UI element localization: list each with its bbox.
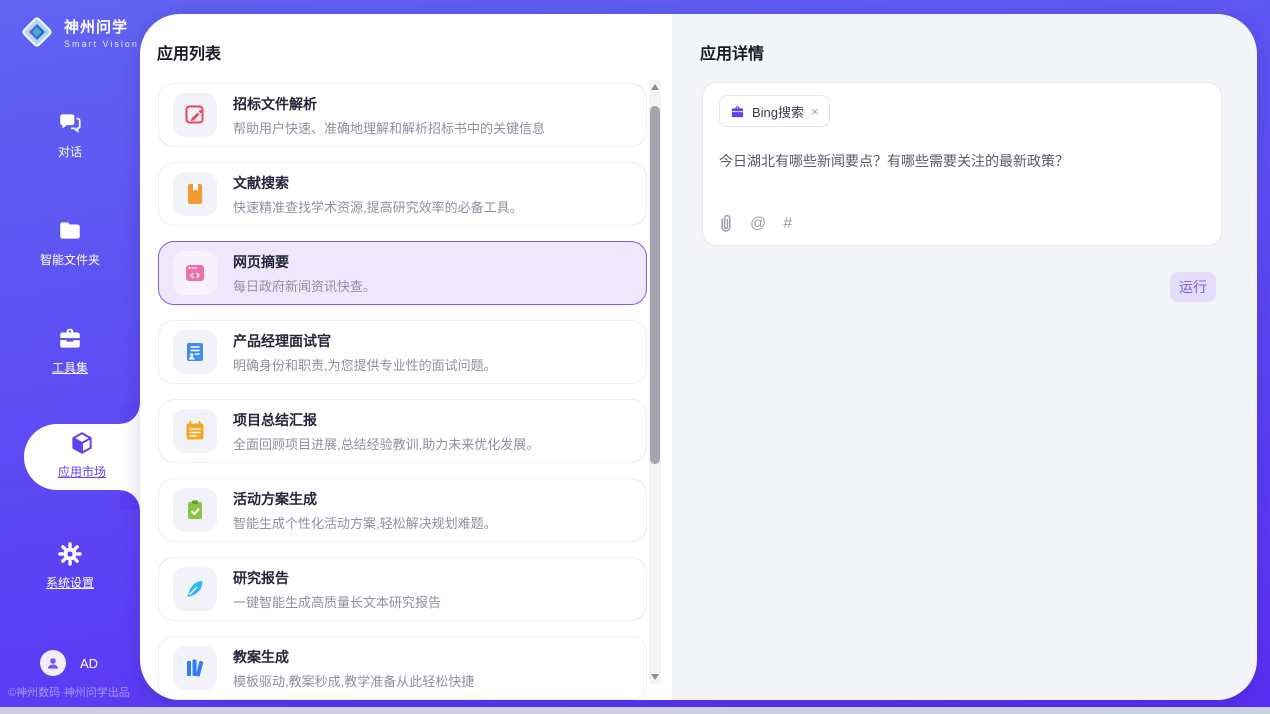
toolbox-icon: [57, 326, 83, 352]
attachment-toolbar: @ #: [719, 214, 792, 233]
sidebar-item-label: 对话: [58, 143, 82, 160]
paperclip-icon[interactable]: [719, 214, 733, 233]
app-card-desc: 一键智能生成高质量长文本研究报告: [233, 592, 441, 611]
app-card-title: 招标文件解析: [233, 94, 545, 114]
app-icon-box: [173, 330, 217, 374]
book-icon: [183, 182, 207, 206]
app-card-title: 教案生成: [233, 647, 474, 667]
tool-chip-bing-search[interactable]: Bing搜索 ×: [719, 95, 830, 127]
app-card-desc: 帮助用户快速、准确地理解和解析招标书中的关键信息: [233, 118, 545, 137]
app-icon-box: [173, 172, 217, 216]
app-icon-box: [173, 646, 217, 690]
brand-subtitle: Smart Vision: [64, 39, 139, 49]
sidebar-item-app-market[interactable]: 应用市场: [24, 430, 140, 480]
mention-icon[interactable]: @: [750, 215, 766, 233]
tab-connector-top: [120, 404, 140, 424]
app-card-bid-parse[interactable]: 招标文件解析 帮助用户快速、准确地理解和解析招标书中的关键信息: [158, 83, 647, 147]
app-card-desc: 智能生成个性化活动方案,轻松解决规划难题。: [233, 513, 497, 532]
calendar-report-icon: [183, 419, 207, 443]
clipboard-check-icon: [183, 498, 207, 522]
user-name: AD: [80, 656, 98, 671]
chip-close-icon[interactable]: ×: [811, 105, 819, 118]
person-icon: [45, 655, 61, 671]
briefcase-icon: [730, 104, 745, 119]
app-detail-panel: 应用详情 Bing搜索 × 今日湖北有哪些新闻要点？有哪些需要关注的最新政策？ …: [672, 14, 1257, 700]
scrollbar-thumb[interactable]: [650, 106, 660, 464]
chat-icon: [57, 110, 83, 136]
app-card-desc: 明确身份和职责,为您提供专业性的面试问题。: [233, 355, 497, 374]
bid-document-icon: [183, 103, 207, 127]
brand-name: 神州问学: [64, 16, 139, 37]
app-card-title: 网页摘要: [233, 252, 376, 272]
sidebar-item-label: 系统设置: [46, 574, 94, 591]
avatar: [40, 650, 66, 676]
app-card-title: 研究报告: [233, 568, 441, 588]
app-icon-box: [173, 251, 217, 295]
app-card-list: 招标文件解析 帮助用户快速、准确地理解和解析招标书中的关键信息 文献搜索 快速精…: [158, 83, 647, 700]
app-card-research-report[interactable]: 研究报告 一键智能生成高质量长文本研究报告: [158, 557, 647, 621]
scroll-up-arrow[interactable]: [649, 80, 661, 94]
user-account[interactable]: AD: [40, 650, 98, 676]
run-button[interactable]: 运行: [1170, 272, 1216, 302]
app-icon-box: [173, 488, 217, 532]
sidebar-item-chat[interactable]: 对话: [0, 110, 140, 160]
app-card-desc: 快速精准查找学术资源,提高研究效率的必备工具。: [233, 197, 523, 216]
copyright-text: ©神州数码·神州问学出品: [8, 684, 130, 700]
app-list-panel: 应用列表 招标文件解析 帮助用户快速、准确地理解和解析招标书中的关键信息: [140, 14, 672, 700]
app-card-webpage-summary[interactable]: 网页摘要 每日政府新闻资讯快查。: [158, 241, 647, 305]
diamond-logo-icon: [18, 13, 56, 51]
prompt-card: Bing搜索 × 今日湖北有哪些新闻要点？有哪些需要关注的最新政策？ @ #: [702, 82, 1222, 246]
app-icon-box: [173, 567, 217, 611]
app-list-title: 应用列表: [157, 40, 221, 64]
gear-icon: [57, 541, 83, 567]
sidebar: 神州问学 Smart Vision 对话 智能文件夹 工具集: [0, 0, 140, 714]
quill-icon: [183, 577, 207, 601]
app-icon-box: [173, 409, 217, 453]
app-card-lesson-plan[interactable]: 教案生成 模板驱动,教案秒成,教学准备从此轻松快捷: [158, 636, 647, 700]
sidebar-item-toolset[interactable]: 工具集: [0, 326, 140, 376]
app-card-pm-interviewer[interactable]: 产品经理面试官 明确身份和职责,为您提供专业性的面试问题。: [158, 320, 647, 384]
app-icon-box: [173, 93, 217, 137]
webpage-icon: [183, 261, 207, 285]
brand-logo: 神州问学 Smart Vision: [18, 13, 139, 51]
app-card-activity-plan[interactable]: 活动方案生成 智能生成个性化活动方案,轻松解决规划难题。: [158, 478, 647, 542]
window-bottom-edge: [0, 707, 1270, 714]
list-scrollbar[interactable]: [649, 80, 661, 684]
app-card-title: 文献搜索: [233, 173, 523, 193]
scroll-down-arrow[interactable]: [649, 670, 661, 684]
hash-icon[interactable]: #: [783, 215, 792, 233]
app-card-desc: 每日政府新闻资讯快查。: [233, 276, 376, 295]
app-card-desc: 模板驱动,教案秒成,教学准备从此轻松快捷: [233, 671, 474, 690]
sidebar-item-label: 智能文件夹: [40, 251, 100, 268]
query-text[interactable]: 今日湖北有哪些新闻要点？有哪些需要关注的最新政策？: [719, 151, 1205, 171]
app-card-title: 活动方案生成: [233, 489, 497, 509]
triangle-up-icon: [651, 84, 659, 90]
app-card-desc: 全面回顾项目进展,总结经验教训,助力未来优化发展。: [233, 434, 539, 453]
sidebar-item-settings[interactable]: 系统设置: [0, 541, 140, 591]
books-icon: [183, 656, 207, 680]
interview-doc-icon: [183, 340, 207, 364]
cube-icon: [69, 430, 95, 456]
folder-icon: [57, 218, 83, 244]
app-card-title: 产品经理面试官: [233, 331, 497, 351]
sidebar-item-smart-folder[interactable]: 智能文件夹: [0, 218, 140, 268]
app-card-project-summary[interactable]: 项目总结汇报 全面回顾项目进展,总结经验教训,助力未来优化发展。: [158, 399, 647, 463]
triangle-down-icon: [651, 674, 659, 680]
main-content: 应用列表 招标文件解析 帮助用户快速、准确地理解和解析招标书中的关键信息: [140, 14, 1257, 700]
app-card-literature-search[interactable]: 文献搜索 快速精准查找学术资源,提高研究效率的必备工具。: [158, 162, 647, 226]
app-detail-title: 应用详情: [700, 40, 764, 64]
app-card-title: 项目总结汇报: [233, 410, 539, 430]
sidebar-item-label: 应用市场: [58, 463, 106, 480]
tab-connector-bottom: [120, 490, 140, 510]
tool-chip-label: Bing搜索: [752, 102, 804, 121]
sidebar-item-label: 工具集: [52, 359, 88, 376]
